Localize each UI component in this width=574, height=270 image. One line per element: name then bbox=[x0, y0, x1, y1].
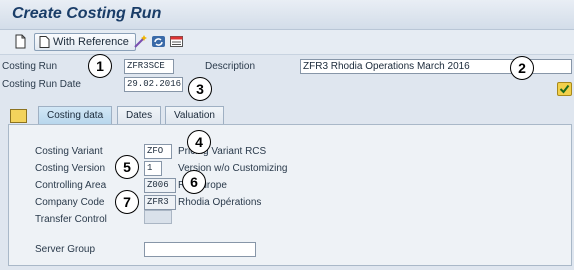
annotation-badge-7: 7 bbox=[115, 190, 139, 214]
new-document-icon[interactable] bbox=[13, 34, 28, 49]
costing-variant-field[interactable]: ZFO bbox=[144, 144, 172, 159]
annotation-badge-2: 2 bbox=[510, 56, 534, 80]
controlling-area-field[interactable]: Z006 bbox=[144, 178, 176, 193]
transfer-control-field[interactable] bbox=[144, 210, 172, 224]
refresh-icon[interactable] bbox=[151, 34, 166, 49]
costing-run-date-label: Costing Run Date bbox=[2, 79, 81, 90]
title-bar: Create Costing Run bbox=[0, 0, 574, 30]
company-code-label: Company Code bbox=[35, 197, 105, 208]
costing-variant-label: Costing Variant bbox=[35, 146, 103, 157]
checkmark-icon[interactable] bbox=[557, 82, 572, 96]
company-code-description: Rhodia Opérations bbox=[178, 197, 262, 208]
description-label: Description bbox=[205, 61, 256, 72]
tab-valuation[interactable]: Valuation bbox=[165, 106, 224, 124]
company-code-field[interactable]: ZFR3 bbox=[144, 195, 176, 210]
page-title: Create Costing Run bbox=[12, 5, 162, 22]
costing-run-field[interactable]: ZFR3SCE bbox=[124, 59, 174, 74]
costing-run-date-field[interactable]: 29.02.2016 bbox=[124, 77, 183, 92]
tab-costing-data[interactable]: Costing data bbox=[38, 106, 113, 125]
magic-wand-icon[interactable] bbox=[133, 34, 148, 49]
annotation-badge-3: 3 bbox=[188, 77, 212, 101]
tab-dates[interactable]: Dates bbox=[117, 106, 162, 124]
transfer-control-label: Transfer Control bbox=[35, 214, 107, 225]
controlling-area-label: Controlling Area bbox=[35, 180, 107, 191]
tab-strip: Costing data Dates Valuation bbox=[0, 106, 574, 125]
server-group-field[interactable] bbox=[144, 242, 256, 257]
with-reference-button[interactable]: With Reference bbox=[34, 33, 136, 51]
annotation-badge-5: 5 bbox=[115, 155, 139, 179]
annotation-badge-4: 4 bbox=[187, 130, 211, 154]
document-icon bbox=[39, 36, 50, 48]
table-list-icon[interactable] bbox=[169, 34, 184, 49]
costing-version-label: Costing Version bbox=[35, 163, 106, 174]
annotation-badge-1: 1 bbox=[88, 54, 112, 78]
application-toolbar: With Reference bbox=[0, 30, 574, 55]
server-group-label: Server Group bbox=[35, 244, 96, 255]
with-reference-label: With Reference bbox=[53, 36, 129, 48]
costing-version-field[interactable]: 1 bbox=[144, 161, 162, 176]
annotation-badge-6: 6 bbox=[182, 170, 206, 194]
costing-run-label: Costing Run bbox=[2, 61, 58, 72]
